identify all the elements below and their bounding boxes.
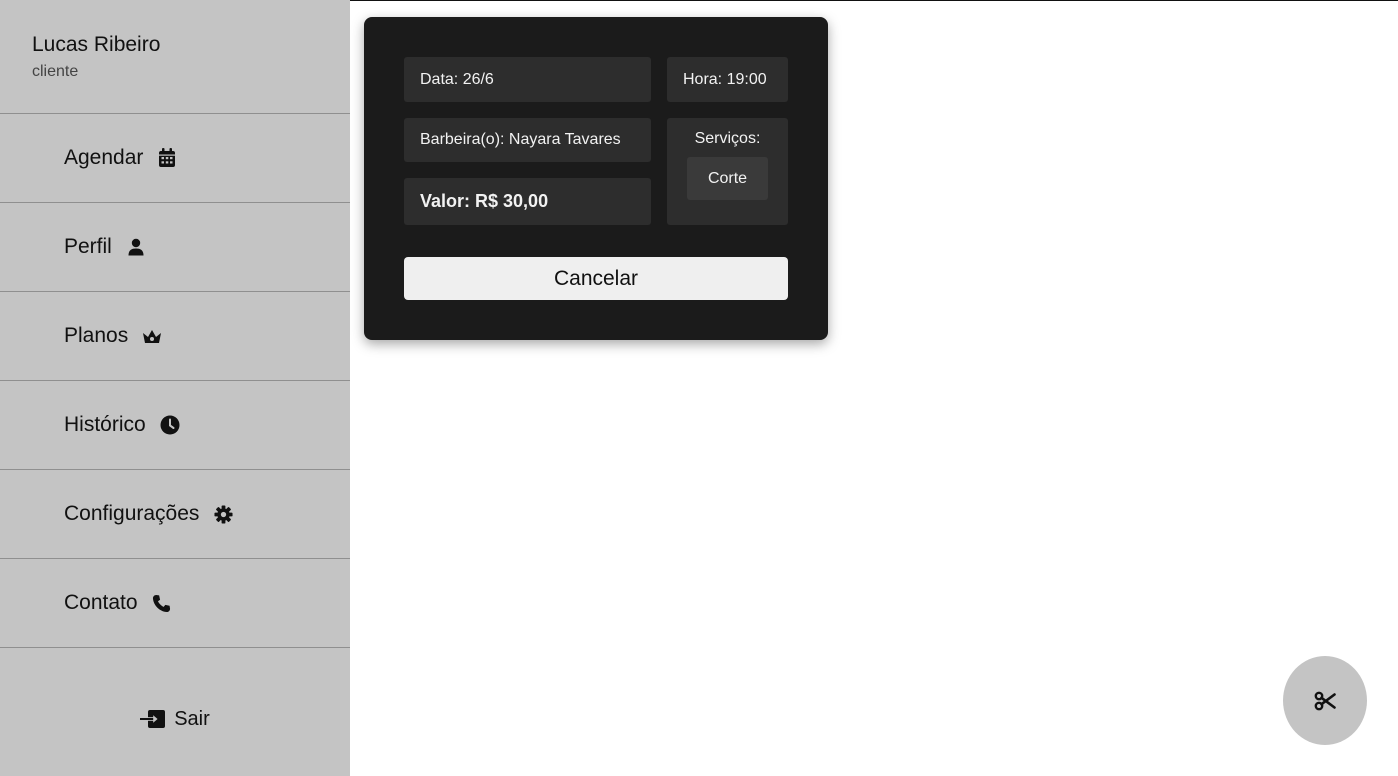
user-info: Lucas Ribeiro cliente xyxy=(0,0,350,114)
appointment-card: Data: 26/6 Hora: 19:00 Barbeira(o): Naya… xyxy=(364,17,828,340)
cancel-button[interactable]: Cancelar xyxy=(404,257,788,300)
services-title: Serviços: xyxy=(694,130,761,147)
logout-label: Sair xyxy=(174,707,210,730)
clock-icon xyxy=(160,415,180,435)
appointment-services: Serviços: Corte xyxy=(667,118,788,225)
user-name: Lucas Ribeiro xyxy=(32,33,161,56)
sidebar-item-perfil[interactable]: Perfil xyxy=(0,203,350,292)
sidebar-item-label: Agendar xyxy=(64,146,144,169)
sign-in-icon xyxy=(140,709,166,729)
sidebar-item-label: Perfil xyxy=(64,235,112,258)
sidebar-item-label: Configurações xyxy=(64,502,200,525)
calendar-icon xyxy=(157,148,177,168)
top-divider xyxy=(350,0,1398,1)
appointment-date: Data: 26/6 xyxy=(404,57,651,102)
sidebar: Lucas Ribeiro cliente Agendar Perfil Pla… xyxy=(0,0,350,776)
sidebar-item-label: Histórico xyxy=(64,413,146,436)
appointment-hour: Hora: 19:00 xyxy=(667,57,788,102)
appointment-value: Valor: R$ 30,00 xyxy=(404,178,651,225)
crown-icon xyxy=(142,326,162,346)
scissors-button[interactable] xyxy=(1283,656,1367,745)
phone-icon xyxy=(152,593,172,613)
scissors-icon xyxy=(1314,691,1336,711)
logout-button[interactable]: Sair xyxy=(0,690,350,748)
sidebar-item-label: Planos xyxy=(64,324,129,347)
sidebar-item-historico[interactable]: Histórico xyxy=(0,381,350,470)
sidebar-item-agendar[interactable]: Agendar xyxy=(0,114,350,203)
sidebar-item-label: Contato xyxy=(64,591,138,614)
sidebar-item-configuracoes[interactable]: Configurações xyxy=(0,470,350,559)
sidebar-item-contato[interactable]: Contato xyxy=(0,559,350,648)
appointment-barber: Barbeira(o): Nayara Tavares xyxy=(404,118,651,162)
user-icon xyxy=(126,237,146,257)
sidebar-item-planos[interactable]: Planos xyxy=(0,292,350,381)
user-role: cliente xyxy=(32,63,79,80)
service-chip: Corte xyxy=(687,157,768,200)
gear-icon xyxy=(213,504,233,524)
